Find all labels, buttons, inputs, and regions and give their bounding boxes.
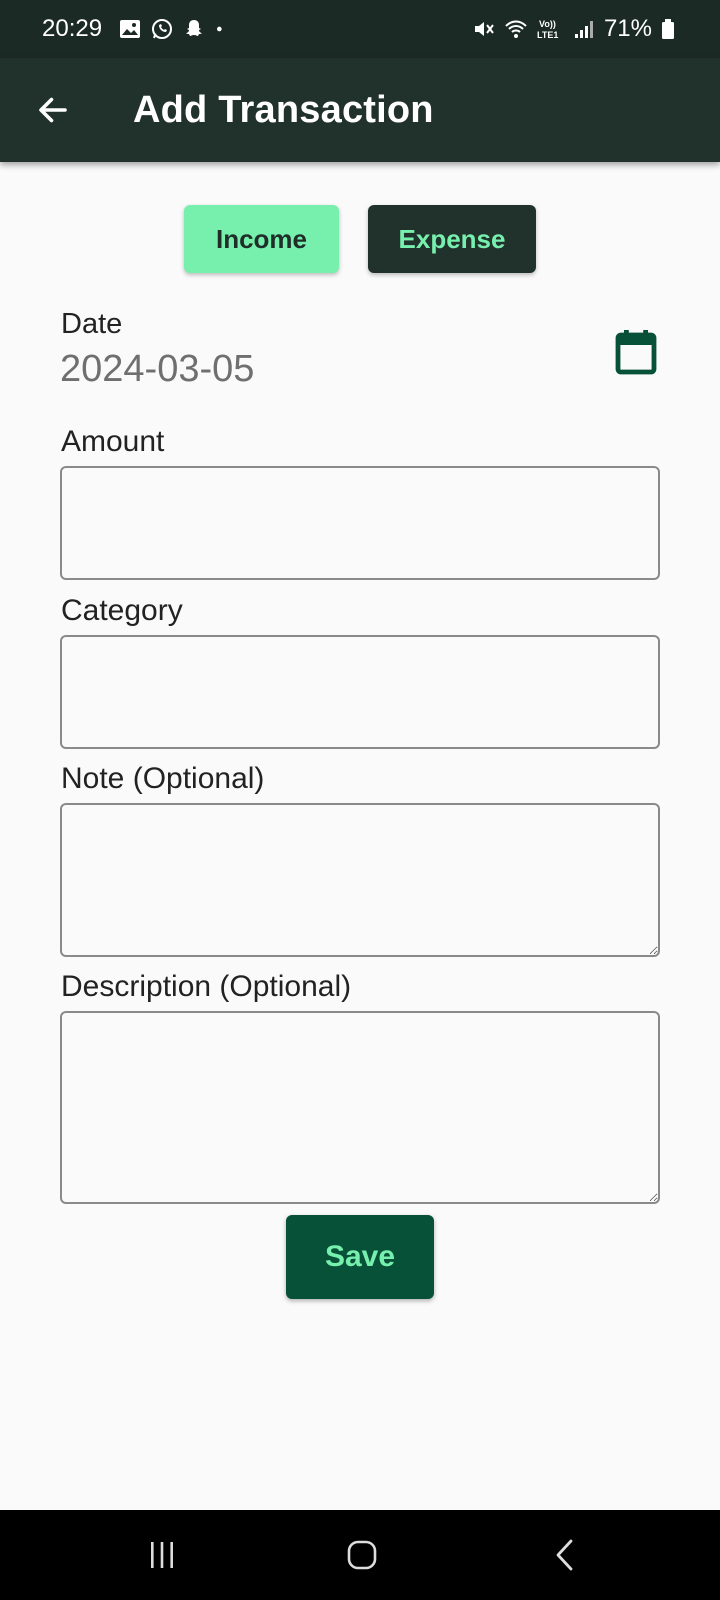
recents-icon [151, 1542, 173, 1568]
battery-icon [662, 19, 674, 39]
recents-button[interactable] [102, 1510, 222, 1600]
status-bar: 20:29 Vo)) LTE1 71% [0, 0, 720, 58]
signal-icon [574, 21, 593, 38]
note-input[interactable] [60, 803, 660, 957]
status-time: 20:29 [42, 15, 103, 42]
transaction-type-toggle: Income Expense [0, 205, 720, 273]
wifi-icon [505, 20, 527, 38]
volte-icon: Vo)) LTE1 [537, 19, 558, 40]
description-input[interactable] [60, 1011, 660, 1204]
back-icon [556, 1539, 573, 1571]
date-label: Date [61, 308, 123, 340]
page-title: Add Transaction [133, 88, 434, 131]
save-button[interactable]: Save [286, 1215, 434, 1299]
whatsapp-icon [152, 19, 173, 39]
description-label: Description (Optional) [61, 970, 352, 1003]
amount-label: Amount [61, 425, 165, 458]
svg-text:LTE1: LTE1 [537, 30, 558, 40]
calendar-button[interactable] [614, 328, 658, 376]
income-button[interactable]: Income [184, 205, 339, 273]
status-right: Vo)) LTE1 71% [472, 15, 676, 43]
date-value[interactable]: 2024-03-05 [60, 348, 254, 391]
mute-icon [474, 22, 494, 36]
arrow-left-icon [39, 97, 67, 123]
category-input[interactable] [60, 635, 660, 749]
home-button[interactable] [302, 1510, 422, 1600]
snapchat-icon [186, 20, 203, 36]
gallery-icon [120, 20, 141, 38]
calendar-icon [615, 330, 657, 375]
app-bar: Add Transaction [0, 58, 720, 162]
back-button[interactable] [25, 82, 81, 138]
dot-icon [217, 26, 222, 32]
svg-text:Vo)): Vo)) [539, 19, 556, 29]
amount-input[interactable] [60, 466, 660, 580]
status-left: 20:29 [42, 15, 230, 43]
nav-back-button[interactable] [505, 1510, 625, 1600]
category-label: Category [61, 594, 183, 627]
home-icon [347, 1540, 377, 1570]
battery-percent: 71% [603, 15, 652, 42]
note-label: Note (Optional) [61, 762, 265, 795]
system-nav-bar [0, 1510, 720, 1600]
expense-button[interactable]: Expense [368, 205, 536, 273]
